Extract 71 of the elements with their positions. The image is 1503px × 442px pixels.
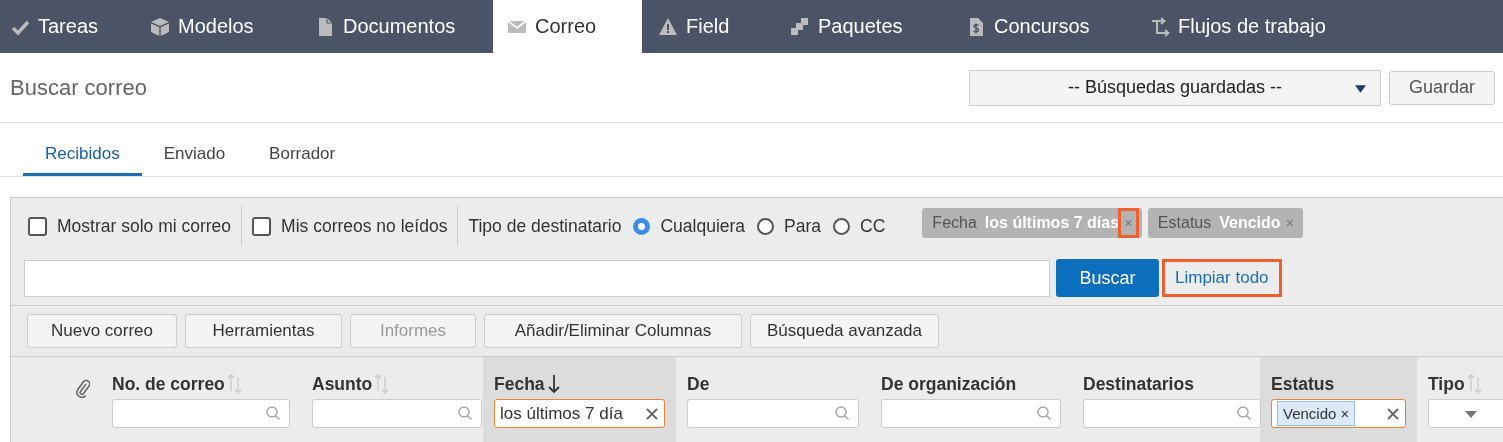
clear-icon[interactable] — [1387, 407, 1399, 420]
nav-tab[interactable]: Tareas — [0, 0, 130, 53]
toolbar-button[interactable]: Búsqueda avanzada — [750, 314, 940, 348]
tab[interactable]: Enviado — [141, 144, 248, 173]
radio-label: Cualquiera — [660, 215, 746, 237]
flow-arrows-icon — [1150, 16, 1170, 37]
radio-label: CC — [860, 215, 886, 237]
column-filter-field[interactable] — [312, 399, 482, 428]
search-icon — [458, 406, 473, 421]
column-header[interactable]: Fecha — [494, 373, 545, 395]
chip-field: Estatus — [1157, 214, 1212, 232]
sort-arrows-icon[interactable] — [226, 374, 242, 394]
nav-tab[interactable]: Correo — [493, 0, 642, 53]
chip-value: Vencido — [1219, 214, 1281, 232]
nav-tab[interactable]: Modelos — [130, 0, 295, 53]
column-filter-field[interactable] — [112, 399, 290, 428]
search-icon — [1237, 406, 1252, 421]
column-header[interactable]: Asunto — [312, 373, 373, 395]
radio-button[interactable] — [757, 217, 775, 235]
column-filter-field[interactable] — [1083, 399, 1261, 428]
column-filter-field[interactable]: los últimos 7 día — [494, 399, 665, 428]
save-button[interactable]: Guardar — [1389, 70, 1495, 105]
radio-label: Para — [784, 215, 822, 237]
column-header[interactable]: Destinatarios — [1083, 373, 1194, 395]
caret-icon — [1465, 411, 1477, 418]
tab[interactable]: Recibidos — [23, 144, 142, 176]
toolbar-button[interactable]: Herramientas — [185, 314, 342, 348]
column-filter-dropdown[interactable] — [1428, 399, 1503, 428]
nav-tab[interactable]: Paquetes — [768, 0, 950, 53]
toolbar-button[interactable]: Añadir/Eliminar Columnas — [484, 314, 742, 348]
caret-icon — [1355, 84, 1366, 93]
search-field[interactable] — [24, 259, 1050, 297]
clear-icon[interactable] — [646, 407, 658, 420]
sort-arrow-icon[interactable] — [546, 374, 562, 394]
checkbox-label: Mis correos no leídos — [281, 215, 448, 237]
radio-group-label: Tipo de destinatario — [468, 215, 622, 237]
toolbar-button[interactable]: Nuevo correo — [27, 314, 177, 348]
search-button[interactable]: Buscar — [1056, 259, 1159, 297]
warning-icon — [658, 16, 678, 37]
clear-all-link[interactable]: Limpiar todo — [1165, 262, 1279, 294]
column-filter-field[interactable] — [881, 399, 1061, 428]
column-header[interactable]: Estatus — [1271, 373, 1335, 395]
filter-tag[interactable]: Vencido × — [1277, 401, 1356, 426]
saved-searches-dropdown[interactable]: -- Búsquedas guardadas -- — [969, 69, 1381, 106]
column-filter-field[interactable]: Vencido × — [1271, 399, 1406, 428]
checkbox[interactable] — [252, 216, 272, 236]
search-icon — [835, 406, 850, 421]
search-icon — [266, 406, 281, 421]
checkbox-label: Mostrar solo mi correo — [57, 215, 232, 237]
cube-icon — [150, 16, 170, 37]
stacked-squares-icon — [790, 16, 810, 37]
chip-field: Fecha — [932, 214, 977, 232]
nav-tab[interactable]: Concursos — [950, 0, 1126, 53]
column-header[interactable]: No. de correo — [112, 373, 225, 395]
nav-tab[interactable]: Field — [642, 0, 768, 53]
chip-value: los últimos 7 días — [984, 214, 1120, 232]
search-icon — [1037, 406, 1052, 421]
column-header[interactable]: Tipo — [1428, 373, 1465, 395]
sort-arrows-icon[interactable] — [374, 374, 390, 394]
page-title: Buscar correo — [10, 74, 148, 101]
nav-tab[interactable]: Documentos — [295, 0, 493, 53]
radio-button[interactable] — [833, 217, 851, 235]
sort-arrows-icon[interactable] — [1466, 374, 1482, 394]
tab[interactable]: Borrador — [247, 144, 358, 173]
checkbox[interactable] — [28, 216, 47, 236]
paperclip-icon — [76, 378, 90, 398]
column-header[interactable]: De organización — [881, 373, 1017, 395]
radio-button[interactable] — [633, 217, 651, 235]
column-header[interactable]: De — [687, 373, 710, 395]
nav-tab[interactable]: Flujos de trabajo — [1126, 0, 1346, 53]
column-filter-field[interactable] — [687, 399, 859, 428]
